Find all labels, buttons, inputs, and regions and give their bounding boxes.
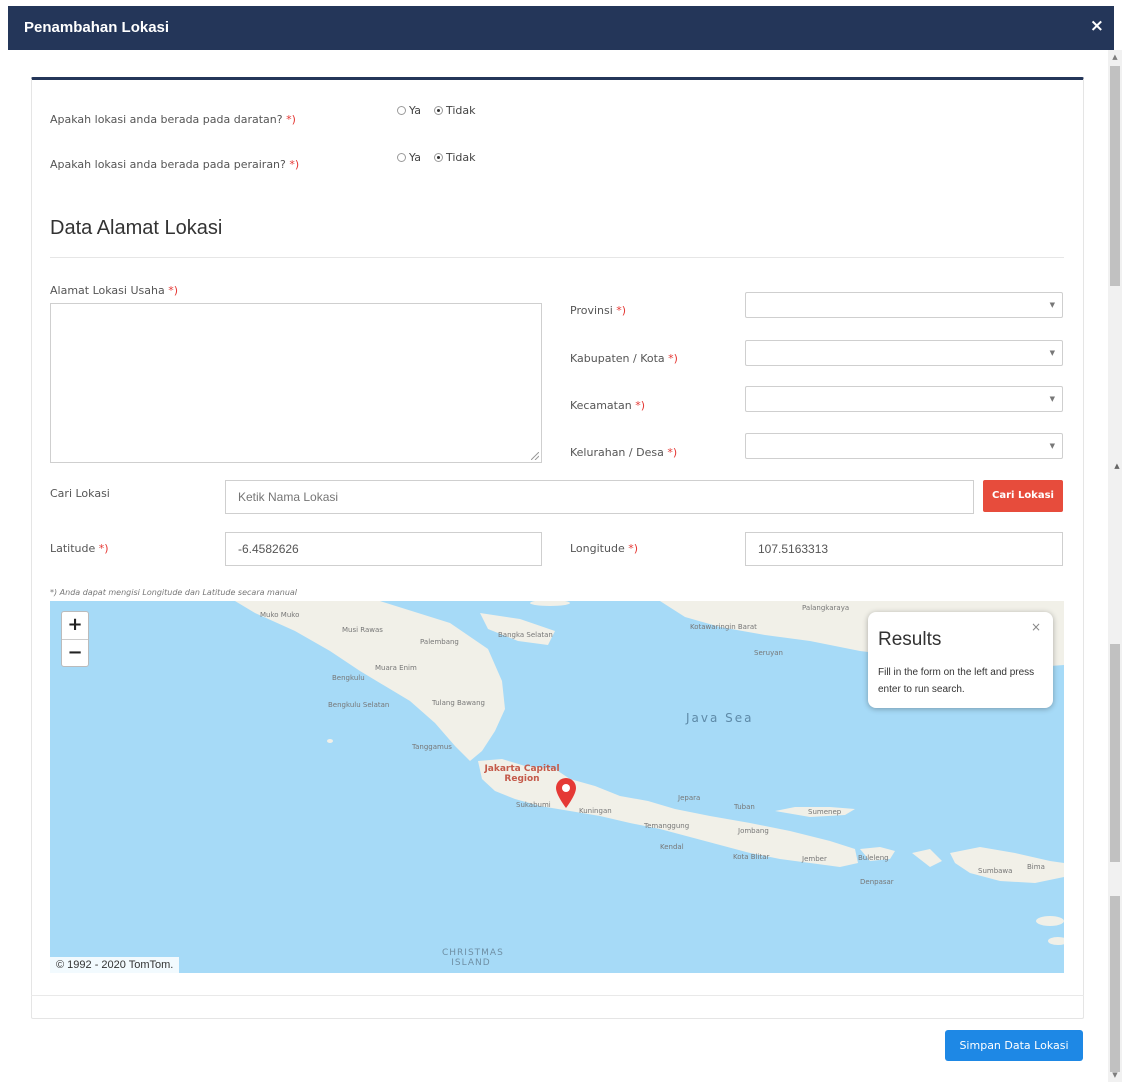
water-radio-tidak[interactable]: Tidak — [433, 151, 475, 164]
address-textarea[interactable] — [50, 303, 542, 463]
map-label: Sumbawa — [978, 867, 1013, 875]
search-input[interactable] — [225, 480, 974, 514]
village-label: Kelurahan / Desa *) — [570, 446, 678, 459]
city-label: Kabupaten / Kota *) — [570, 352, 678, 365]
district-label: Kecamatan *) — [570, 399, 645, 412]
map-label: Tulang Bawang — [432, 699, 485, 707]
chevron-down-icon: ▼ — [1049, 395, 1055, 403]
map-label: Kuningan — [579, 807, 612, 815]
map-label: Muko Muko — [260, 611, 300, 619]
map-label: Kota Blitar — [733, 853, 770, 861]
map-zoom-control: + − — [61, 611, 89, 667]
radio-unchecked-icon[interactable] — [397, 153, 406, 162]
map-label: Seruyan — [754, 649, 783, 657]
vertical-scrollbar[interactable]: ▲ ▼ — [1108, 50, 1122, 1082]
map-label: Sumenep — [808, 808, 842, 816]
land-radio-group: Ya Tidak — [397, 104, 488, 117]
resize-grip-icon[interactable] — [531, 452, 539, 460]
map-label: Kotawaringin Barat — [690, 623, 757, 631]
longitude-label: Longitude *) — [570, 542, 639, 555]
map-label: Tanggamus — [412, 743, 452, 751]
scroll-down-icon[interactable]: ▼ — [1108, 1070, 1122, 1080]
modal-title: Penambahan Lokasi — [24, 19, 170, 36]
map-label: Bima — [1027, 863, 1045, 871]
address-label: Alamat Lokasi Usaha *) — [50, 284, 178, 297]
zoom-out-button[interactable]: − — [62, 640, 88, 667]
map-label: Musi Rawas — [342, 626, 383, 634]
map-label-island: CHRISTMAS ISLAND — [442, 948, 504, 968]
map-label: Muara Enim — [375, 664, 417, 672]
scrollbar-thumb[interactable] — [1110, 66, 1120, 286]
card-footer-divider — [31, 995, 1084, 996]
water-question-label: Apakah lokasi anda berada pada perairan?… — [50, 158, 300, 171]
close-icon[interactable]: × — [1031, 620, 1041, 634]
water-radio-ya[interactable]: Ya — [397, 151, 421, 164]
map-label: Jepara — [678, 794, 701, 802]
manual-coordinates-note: *) Anda dapat mengisi Longitude dan Lati… — [50, 588, 298, 597]
district-select[interactable]: ▼ — [745, 386, 1063, 412]
map-label: Palangkaraya — [802, 604, 850, 612]
scroll-up-icon[interactable]: ▲ — [1108, 52, 1122, 62]
city-select[interactable]: ▼ — [745, 340, 1063, 366]
map-label: Bengkulu Selatan — [328, 701, 390, 709]
map-label: Palembang — [420, 638, 459, 646]
map-label: Jombang — [738, 827, 769, 835]
map-label: Bengkulu — [332, 674, 365, 682]
results-text: Fill in the form on the left and press e… — [878, 667, 1035, 695]
latitude-label: Latitude *) — [50, 542, 109, 555]
land-radio-tidak[interactable]: Tidak — [433, 104, 475, 117]
map-attribution: © 1992 - 2020 TomTom. — [50, 957, 180, 973]
zoom-in-button[interactable]: + — [62, 612, 88, 640]
water-radio-group: Ya Tidak — [397, 151, 488, 164]
save-location-button[interactable]: Simpan Data Lokasi — [945, 1030, 1083, 1061]
map-label: Kendal — [660, 843, 684, 851]
location-map[interactable]: + − Muko Muko Musi Rawas Palembang Bangk… — [50, 601, 1064, 973]
map-label: Denpasar — [860, 878, 894, 886]
section-title: Data Alamat Lokasi — [50, 217, 223, 239]
search-location-button[interactable]: Cari Lokasi — [983, 480, 1063, 512]
search-results-panel: × Results Fill in the form on the left a… — [868, 612, 1053, 708]
map-marker-icon[interactable] — [554, 777, 578, 809]
scrollbar-thumb[interactable] — [1110, 896, 1120, 1072]
province-select[interactable]: ▼ — [745, 292, 1063, 318]
scrollbar-thumb[interactable] — [1110, 644, 1120, 862]
map-label: Jember — [802, 855, 827, 863]
close-icon[interactable]: × — [1090, 16, 1104, 36]
chevron-down-icon: ▼ — [1049, 442, 1055, 450]
search-label: Cari Lokasi — [50, 487, 110, 500]
land-radio-ya[interactable]: Ya — [397, 104, 421, 117]
land-question-label: Apakah lokasi anda berada pada daratan? … — [50, 113, 296, 126]
map-label-capital: Jakarta Capital Region — [484, 764, 560, 784]
section-divider — [50, 257, 1064, 258]
chevron-down-icon: ▼ — [1049, 349, 1055, 357]
modal-header: Penambahan Lokasi × — [8, 6, 1114, 50]
province-label: Provinsi *) — [570, 304, 627, 317]
map-label: Sukabumi — [516, 801, 551, 809]
map-label: Temanggung — [644, 822, 690, 830]
map-label: Buleleng — [858, 854, 889, 862]
results-title: Results — [878, 629, 942, 650]
radio-checked-icon[interactable] — [433, 153, 443, 162]
scroll-up-icon[interactable]: ▲ — [1112, 462, 1122, 472]
radio-unchecked-icon[interactable] — [397, 106, 406, 115]
map-label: Tuban — [734, 803, 755, 811]
chevron-down-icon: ▼ — [1049, 301, 1055, 309]
map-label: Bangka Selatan — [498, 631, 553, 639]
map-label-sea: Java Sea — [686, 711, 754, 725]
longitude-input[interactable]: 107.5163313 — [745, 532, 1063, 566]
latitude-input[interactable]: -6.4582626 — [225, 532, 542, 566]
village-select[interactable]: ▼ — [745, 433, 1063, 459]
radio-checked-icon[interactable] — [433, 106, 443, 115]
